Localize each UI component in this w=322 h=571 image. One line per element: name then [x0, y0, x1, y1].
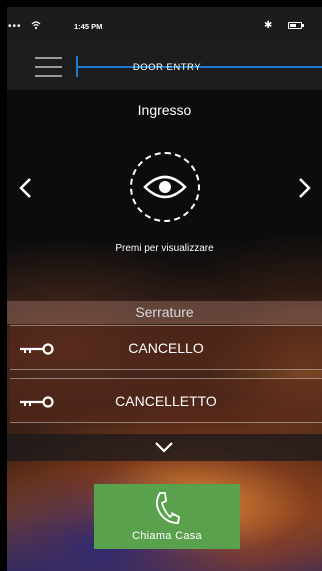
call-home-button[interactable]: Chiama Casa	[94, 484, 240, 549]
menu-icon-bar	[35, 75, 62, 77]
menu-icon-bar	[35, 57, 62, 59]
bluetooth-icon: ✱	[264, 20, 273, 31]
expand-locks-button[interactable]	[7, 434, 322, 461]
phone-icon	[155, 492, 180, 524]
eye-icon	[143, 175, 187, 199]
signal-dots: •••	[8, 21, 22, 32]
lock-label: CANCELLETTO	[115, 393, 217, 409]
battery-icon	[288, 22, 304, 29]
locks-section-title: Serrature	[7, 301, 322, 324]
view-hint-text: Premi per visualizzare	[115, 243, 214, 254]
next-camera-arrow-icon[interactable]	[293, 177, 315, 199]
page-title: DOOR ENTRY	[132, 62, 202, 73]
view-camera-button[interactable]	[130, 152, 200, 222]
call-home-label: Chiama Casa	[132, 530, 202, 542]
lock-item-cancello[interactable]: CANCELLO	[10, 325, 322, 370]
previous-camera-arrow-icon[interactable]	[15, 177, 37, 199]
menu-button[interactable]	[35, 57, 62, 77]
menu-icon-bar	[35, 66, 62, 68]
status-time: 1:45 PM	[74, 22, 103, 31]
app-screen: ••• 1:45 PM ✱ DOOR ENTRY Ingresso Premi …	[7, 7, 322, 571]
camera-name: Ingresso	[137, 102, 192, 118]
chevron-down-icon	[155, 442, 173, 453]
app-header: DOOR ENTRY	[7, 40, 322, 90]
lock-item-cancelletto[interactable]: CANCELLETTO	[10, 378, 322, 423]
wifi-icon	[31, 21, 41, 30]
lock-label: CANCELLO	[128, 340, 204, 356]
status-bar: ••• 1:45 PM ✱	[7, 7, 322, 40]
